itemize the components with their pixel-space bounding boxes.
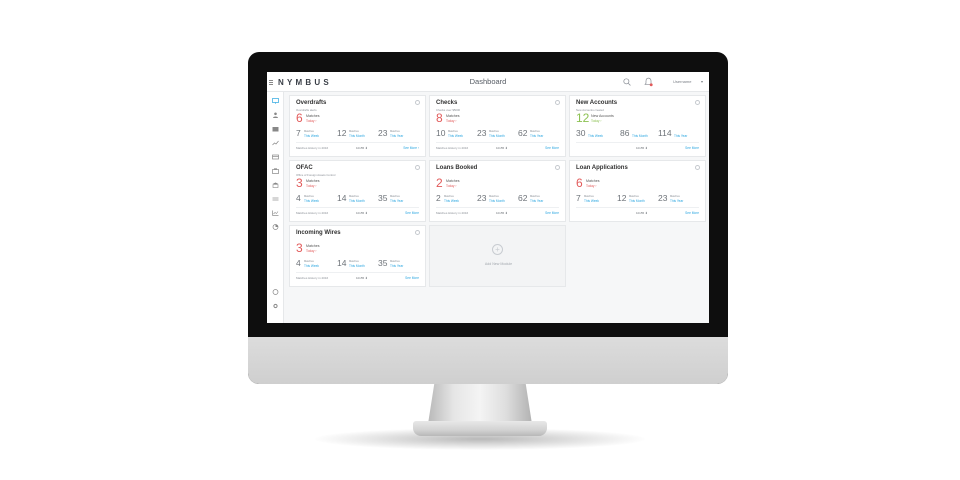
monitor-icon[interactable] (272, 98, 279, 104)
today-link[interactable]: Today › (446, 184, 456, 188)
card-title: Checks (436, 100, 458, 106)
card-title: Incoming Wires (296, 230, 341, 236)
settings-icon[interactable] (272, 303, 279, 309)
today-count: 6 (576, 176, 583, 190)
module-card-loans-booked[interactable]: Loans Booked 2 Matches Today › 2 Matches T… (429, 160, 566, 222)
monitor-stand-neck (428, 384, 532, 424)
card-settings-icon[interactable] (415, 100, 420, 105)
monitor-frame: NYMBUS Dashboard Username ▾ Overdrafts O… (248, 52, 728, 384)
see-more-link[interactable]: See More (545, 146, 559, 150)
search-icon[interactable] (623, 78, 631, 86)
today-count: 3 (296, 241, 303, 255)
module-card-loan-applications[interactable]: Loan Applications 6 Matches Today › 7 Mat… (569, 160, 706, 222)
monitor-stand-base (413, 421, 547, 436)
card-title: Loans Booked (436, 165, 478, 171)
user-icon[interactable] (272, 112, 279, 118)
history-value[interactable]: 10x55 ⬇ (496, 211, 508, 215)
chart-icon[interactable] (272, 140, 279, 146)
pie-icon[interactable] (272, 224, 279, 230)
card-divider (436, 142, 559, 143)
history-value[interactable]: 10x55 ⬇ (636, 211, 648, 215)
card-divider (436, 207, 559, 208)
page-title: Dashboard (469, 77, 507, 86)
module-card-incoming-wires[interactable]: Incoming Wires 3 Matches Today › 4 Matche… (289, 225, 426, 287)
card-settings-icon[interactable] (695, 165, 700, 170)
module-card-overdrafts[interactable]: Overdrafts Overdrafts alerts 6 Matches T… (289, 95, 426, 157)
today-label: Matches (446, 114, 460, 118)
card-divider (296, 142, 419, 143)
today-label: New Accounts (591, 114, 614, 118)
card-settings-icon[interactable] (555, 100, 560, 105)
module-card-ofac[interactable]: OFAC Office of Foreign Assets Control 3 … (289, 160, 426, 222)
today-label: Matches (306, 244, 320, 248)
today-count: 3 (296, 176, 303, 190)
product-mockup: NYMBUS Dashboard Username ▾ Overdrafts O… (0, 0, 960, 480)
plus-icon[interactable]: + (492, 244, 503, 255)
history-label: Matches History in 2016 (296, 276, 329, 280)
see-more-link[interactable]: See More › (403, 146, 419, 150)
module-card-new-accounts[interactable]: New Accounts New Accounts created 12 New… (569, 95, 706, 157)
today-label: Matches (446, 179, 460, 183)
today-count: 2 (436, 176, 443, 190)
card-settings-icon[interactable] (555, 165, 560, 170)
card-settings-icon[interactable] (695, 100, 700, 105)
card-settings-icon[interactable] (415, 165, 420, 170)
module-card-checks[interactable]: Checks Checks over $5000 8 Matches Today… (429, 95, 566, 157)
history-value[interactable]: 10x55 ⬇ (356, 276, 368, 280)
today-link[interactable]: Today › (586, 184, 596, 188)
history-label: Matches History in 2016 (436, 211, 469, 215)
history-label: Matches History in 2016 (296, 211, 329, 215)
add-module-label: Add New Module (484, 262, 513, 266)
history-value[interactable]: 10x55 ⬇ (356, 211, 368, 215)
card-divider (576, 207, 699, 208)
folder-icon[interactable] (272, 126, 279, 132)
see-more-link[interactable]: See More (405, 211, 419, 215)
history-label: Matches History in 2016 (296, 146, 329, 150)
card-divider (296, 272, 419, 273)
see-more-link[interactable]: See More (685, 211, 699, 215)
app-screen: NYMBUS Dashboard Username ▾ Overdrafts O… (267, 72, 709, 323)
top-bar: NYMBUS Dashboard Username ▾ (267, 72, 709, 92)
today-count: 6 (296, 111, 303, 125)
card-title: Overdrafts (296, 100, 327, 106)
today-link[interactable]: Today › (591, 119, 601, 123)
see-more-link[interactable]: See More (545, 211, 559, 215)
history-value[interactable]: 10x55 ⬇ (356, 146, 368, 150)
card-divider (576, 142, 699, 143)
card-title: Loan Applications (576, 165, 628, 171)
see-more-link[interactable]: See More (685, 146, 699, 150)
help-icon[interactable] (272, 289, 279, 295)
history-value[interactable]: 10x55 ⬇ (636, 146, 648, 150)
chevron-down-icon[interactable]: ▾ (701, 79, 703, 84)
bank-icon[interactable] (272, 182, 279, 188)
today-count: 12 (576, 111, 590, 125)
see-more-link[interactable]: See More (405, 276, 419, 280)
card-divider (296, 207, 419, 208)
history-label: Matches History in 2016 (436, 146, 469, 150)
notification-bell-icon[interactable] (644, 77, 653, 87)
card-title: New Accounts (576, 100, 618, 106)
briefcase-icon[interactable] (272, 168, 279, 174)
today-label: Matches (306, 179, 320, 183)
today-link[interactable]: Today › (306, 184, 316, 188)
monitor-chin (248, 337, 728, 384)
today-count: 8 (436, 111, 443, 125)
today-link[interactable]: Today › (306, 119, 316, 123)
card-title: OFAC (296, 165, 313, 171)
today-link[interactable]: Today › (446, 119, 456, 123)
today-label: Matches (306, 114, 320, 118)
transfer-icon[interactable] (272, 196, 279, 202)
history-value[interactable]: 10x55 ⬇ (496, 146, 508, 150)
card-settings-icon[interactable] (415, 230, 420, 235)
sidebar (267, 92, 284, 323)
add-module-card[interactable]: + Add New Module (429, 225, 566, 287)
today-label: Matches (586, 179, 600, 183)
username-menu[interactable]: Username (673, 79, 691, 84)
card-icon[interactable] (272, 154, 279, 160)
report-icon[interactable] (272, 210, 279, 216)
today-link[interactable]: Today › (306, 249, 316, 253)
